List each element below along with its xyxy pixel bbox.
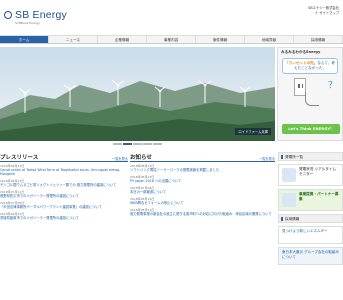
news-title[interactable]: ソフトバンク電柱ソーラーパークの発電実績を掲載しました [130, 168, 275, 172]
monitor-icon [282, 168, 296, 182]
news-item[interactable]: 2018年05月21日 風力発電事業の新会社の設立に関する各市町への対応に向けた取… [130, 208, 275, 216]
nav-projects[interactable]: 案件情報 [196, 36, 245, 43]
news-item[interactable]: 2018年08月23日 ソフトバンク電柱ソーラーパークの発電実績を掲載しました [130, 164, 275, 172]
nav-company[interactable]: 企業情報 [98, 36, 147, 43]
energy-banner[interactable]: 見つけよう新しいエネルギー [278, 226, 343, 244]
news-section: お知らせ 一覧を見る 2018年08月23日 ソフトバンク電柱ソーラーパークの発電… [130, 152, 275, 300]
header-links: SBエナジー株式会社 ＋ サイトマップ [308, 6, 339, 16]
promo-title: みるみるわかるEnergy [281, 50, 321, 54]
slide-dot-active[interactable] [123, 143, 132, 145]
promo-bubble-prefix: 「コンセントの先」 [285, 61, 318, 65]
logo-mark-icon [4, 11, 12, 19]
global-nav: ホーム ニュース 企業情報 事業内容 案件情報 地域貢献 採用情報 [0, 35, 343, 44]
news-item[interactable]: 2018年06月14日 WEB問合せフォームの停止について [130, 197, 275, 205]
press-title[interactable]: 長野県佐久市でのメガソーラー発電所の建設について [0, 194, 128, 198]
earthquake-banner[interactable]: 東日本大震災 グループ会社の取組みについて [278, 247, 343, 265]
news-title[interactable]: PV Japan 2018 への出展について [130, 179, 275, 183]
press-item[interactable]: 2018年08月13日 モンゴル国ウムヌゴビ県ツォグトツェツィー郡での 風力発電所… [0, 179, 128, 187]
press-item[interactable]: 2018年07月11日 長野県佐久市でのメガソーラー発電所の建設について [0, 190, 128, 198]
power-plant-list-heading[interactable]: 発電所一覧 [278, 152, 343, 161]
nav-community[interactable]: 地域貢献 [245, 36, 294, 43]
nav-news[interactable]: ニュース [49, 36, 98, 43]
press-release-section: プレスリリース 一覧を見る 2018年08月13日 Construction of… [0, 152, 128, 300]
slide-dot[interactable] [143, 143, 152, 145]
hero-caption[interactable]: ロイドファーム兵庫 [235, 128, 271, 135]
nav-business[interactable]: 事業内容 [147, 36, 196, 43]
partner-recruit-card[interactable]: 事業提携・パートナー募集 [278, 189, 343, 211]
press-heading: プレスリリース [0, 155, 39, 161]
press-item[interactable]: 2018年06月27日 茨城県麗原市でのメガソーラー発電所の建設について [0, 212, 128, 220]
news-item[interactable]: 2018年08月13日 PV Japan 2018 への出展について [130, 175, 275, 183]
news-title[interactable]: 風力発電事業の新会社の設立に関する各市町への対応に向けた取組み：岸谷区域の開発に… [130, 212, 275, 216]
recruit-heading[interactable]: 採用情報 [278, 214, 343, 223]
slide-dot[interactable] [153, 143, 162, 145]
press-more-link[interactable]: 一覧を見る [112, 156, 128, 161]
hero-image [0, 47, 275, 141]
news-more-link[interactable]: 一覧を見る [259, 156, 275, 161]
question-mark-icon: ？ [328, 81, 338, 91]
sidebar: 発電所一覧 発電状況 リアルタイムモニター 事業提携・パートナー募集 採用情報 … [278, 152, 343, 300]
hero-slider[interactable]: ロイドファーム兵庫 [0, 47, 275, 141]
slide-dot[interactable] [113, 143, 122, 145]
press-title[interactable]: Construction of Tsetsii Wind Farm at Tso… [0, 168, 128, 176]
promo-bubble: 「コンセントの先」なんて、考えたことなかった。 [282, 58, 338, 74]
logo-text: SB Energy [15, 9, 67, 21]
site-header: SB Energy SoftBank Energy SBエナジー株式会社 ＋ サ… [0, 0, 343, 33]
news-item[interactable]: 2018年07月06日 本日の一部報道について [130, 186, 275, 194]
press-title[interactable]: 茨城県麗原市でのメガソーラー発電所の建設について [0, 216, 128, 220]
nav-home[interactable]: ホーム [0, 36, 49, 43]
nav-recruit[interactable]: 採用情報 [294, 36, 343, 43]
press-item[interactable]: 2018年07月05日 「半田法律事務所パーダルパワープラント建設事業」の建設につ… [0, 201, 128, 209]
news-title[interactable]: 本日の一部報道について [130, 190, 275, 194]
slider-dots [0, 141, 275, 147]
handshake-icon [282, 193, 296, 207]
news-title[interactable]: WEB問合せフォームの停止について [130, 201, 275, 205]
partner-recruit-label: 事業提携・パートナー募集 [299, 192, 339, 201]
slide-dot[interactable] [133, 143, 142, 145]
press-item[interactable]: 2018年08月13日 Construction of Tsetsii Wind … [0, 164, 128, 177]
energy-promo[interactable]: みるみるわかるEnergy 「コンセントの先」なんて、考えたことなかった。 ？ … [277, 47, 343, 141]
generation-status-label: 発電状況 リアルタイムモニター [299, 167, 336, 176]
generation-status-card[interactable]: 発電状況 リアルタイムモニター [278, 164, 343, 186]
logo[interactable]: SB Energy SoftBank Energy [4, 9, 67, 25]
logo-subtitle: SoftBank Energy [15, 21, 40, 25]
lets-think-energy-button[interactable]: Let's Think ENERGY！ [282, 124, 340, 134]
sitemap-link[interactable]: ＋ サイトマップ [308, 11, 339, 16]
news-heading: お知らせ [130, 155, 152, 161]
press-title[interactable]: 「半田法律事務所パーダルパワープラント建設事業」の建設について [0, 205, 128, 209]
press-title[interactable]: モンゴル国ウムヌゴビ県ツォグトツェツィー郡での 風力発電所の建設について [0, 183, 128, 187]
plug-cord-icon [305, 92, 319, 106]
